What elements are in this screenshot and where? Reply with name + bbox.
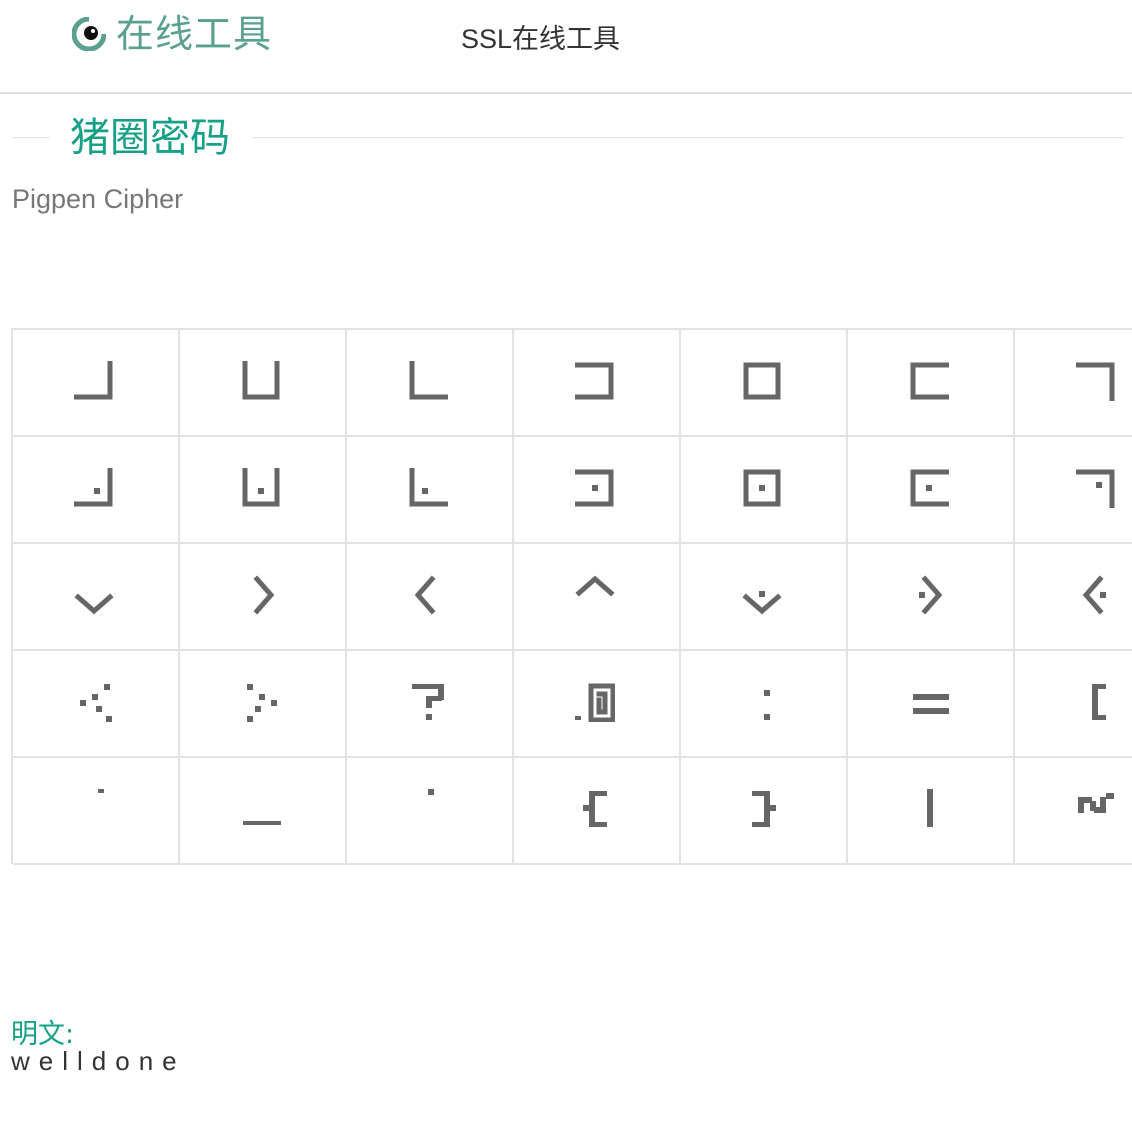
- frame-top-dot-glyph-icon: [241, 467, 281, 508]
- plaintext-value: welldone: [11, 1046, 186, 1076]
- site-header: 在线工具 SSL在线工具: [0, 0, 1132, 94]
- frame-bottom-left-dot-glyph-icon: [1075, 468, 1116, 508]
- question-mark-glyph-icon: [408, 682, 448, 722]
- v-down-dot-glyph-icon: [741, 575, 782, 615]
- v-left-glyph-icon: [408, 574, 448, 615]
- tilde-glyph-icon: [1076, 789, 1116, 829]
- brace-right-glyph-icon: [742, 789, 782, 829]
- cipher-cell[interactable]: [1015, 758, 1132, 865]
- cipher-cell[interactable]: [514, 437, 681, 544]
- site-logo[interactable]: 在线工具: [71, 12, 273, 56]
- cipher-glyph-grid: [11, 328, 1132, 865]
- cipher-cell[interactable]: [514, 330, 681, 437]
- frame-top-left-dot-glyph-icon: [73, 467, 114, 508]
- small-dot-glyph-icon: [74, 788, 114, 829]
- cipher-cell[interactable]: [1015, 651, 1132, 758]
- cipher-cell[interactable]: [13, 651, 180, 758]
- single-dot-glyph-icon: [408, 788, 448, 829]
- cipher-cell[interactable]: [681, 758, 848, 865]
- cipher-cell[interactable]: [514, 651, 681, 758]
- frame-box-glyph-icon: [742, 361, 782, 401]
- underscore-glyph-icon: [241, 789, 281, 829]
- frame-top-glyph-icon: [241, 360, 281, 401]
- title-divider-left: [12, 137, 50, 138]
- cipher-cell[interactable]: [347, 651, 514, 758]
- frame-left-glyph-icon: [574, 361, 615, 401]
- page-subtitle: Pigpen Cipher: [12, 184, 184, 214]
- frame-right-glyph-icon: [909, 361, 949, 401]
- v-left-dot-glyph-icon: [1076, 574, 1116, 615]
- cipher-cell[interactable]: [347, 437, 514, 544]
- v-right-dot-glyph-icon: [909, 574, 949, 615]
- cipher-cell[interactable]: [1015, 544, 1132, 651]
- frame-left-dot-glyph-icon: [574, 468, 615, 508]
- cipher-cell[interactable]: [13, 758, 180, 865]
- dots-left-glyph-icon: [74, 682, 114, 722]
- brace-left-glyph-icon: [575, 789, 615, 829]
- nav-ssl-tools-link[interactable]: SSL在线工具: [461, 17, 620, 56]
- cipher-cell[interactable]: [347, 758, 514, 865]
- frame-top-right-dot-glyph-icon: [408, 467, 448, 508]
- cipher-cell[interactable]: [13, 437, 180, 544]
- frame-box-dot-glyph-icon: [742, 468, 782, 508]
- cipher-cell[interactable]: [13, 544, 180, 651]
- cipher-cell[interactable]: [681, 437, 848, 544]
- cipher-cell[interactable]: [514, 544, 681, 651]
- cipher-cell[interactable]: [180, 758, 347, 865]
- frame-bottom-left-glyph-icon: [1075, 361, 1116, 401]
- cipher-cell[interactable]: [681, 330, 848, 437]
- dots-right-glyph-icon: [241, 682, 281, 722]
- cipher-cell[interactable]: [681, 651, 848, 758]
- eye-logo-icon: [71, 16, 107, 52]
- cipher-cell[interactable]: [180, 544, 347, 651]
- v-right-glyph-icon: [241, 574, 281, 615]
- cipher-cell[interactable]: [848, 330, 1015, 437]
- cipher-cell[interactable]: [848, 437, 1015, 544]
- frame-top-left-glyph-icon: [73, 360, 114, 401]
- square-spiral-glyph-icon: [574, 682, 615, 722]
- cipher-cell[interactable]: [347, 330, 514, 437]
- cipher-cell[interactable]: [1015, 437, 1132, 544]
- cipher-cell[interactable]: [1015, 330, 1132, 437]
- cipher-cell[interactable]: [514, 758, 681, 865]
- double-line-glyph-icon: [909, 682, 949, 722]
- bracket-left-glyph-icon: [1076, 682, 1116, 722]
- cipher-cell[interactable]: [848, 758, 1015, 865]
- cipher-cell[interactable]: [848, 651, 1015, 758]
- cipher-cell[interactable]: [347, 544, 514, 651]
- frame-right-dot-glyph-icon: [909, 468, 949, 508]
- cipher-cell[interactable]: [180, 651, 347, 758]
- logo-text: 在线工具: [116, 12, 273, 56]
- page-title: 猪圈密码: [70, 115, 230, 161]
- cipher-cell[interactable]: [13, 330, 180, 437]
- frame-top-right-glyph-icon: [408, 360, 448, 401]
- cipher-cell[interactable]: [848, 544, 1015, 651]
- cipher-cell[interactable]: [180, 330, 347, 437]
- page-title-row: 猪圈密码: [12, 110, 1124, 166]
- colon-glyph-icon: [742, 682, 782, 722]
- vertical-bar-glyph-icon: [909, 788, 949, 829]
- v-down-glyph-icon: [73, 575, 114, 615]
- v-up-glyph-icon: [574, 575, 615, 615]
- cipher-cell[interactable]: [681, 544, 848, 651]
- cipher-cell[interactable]: [180, 437, 347, 544]
- title-divider-right: [252, 137, 1124, 138]
